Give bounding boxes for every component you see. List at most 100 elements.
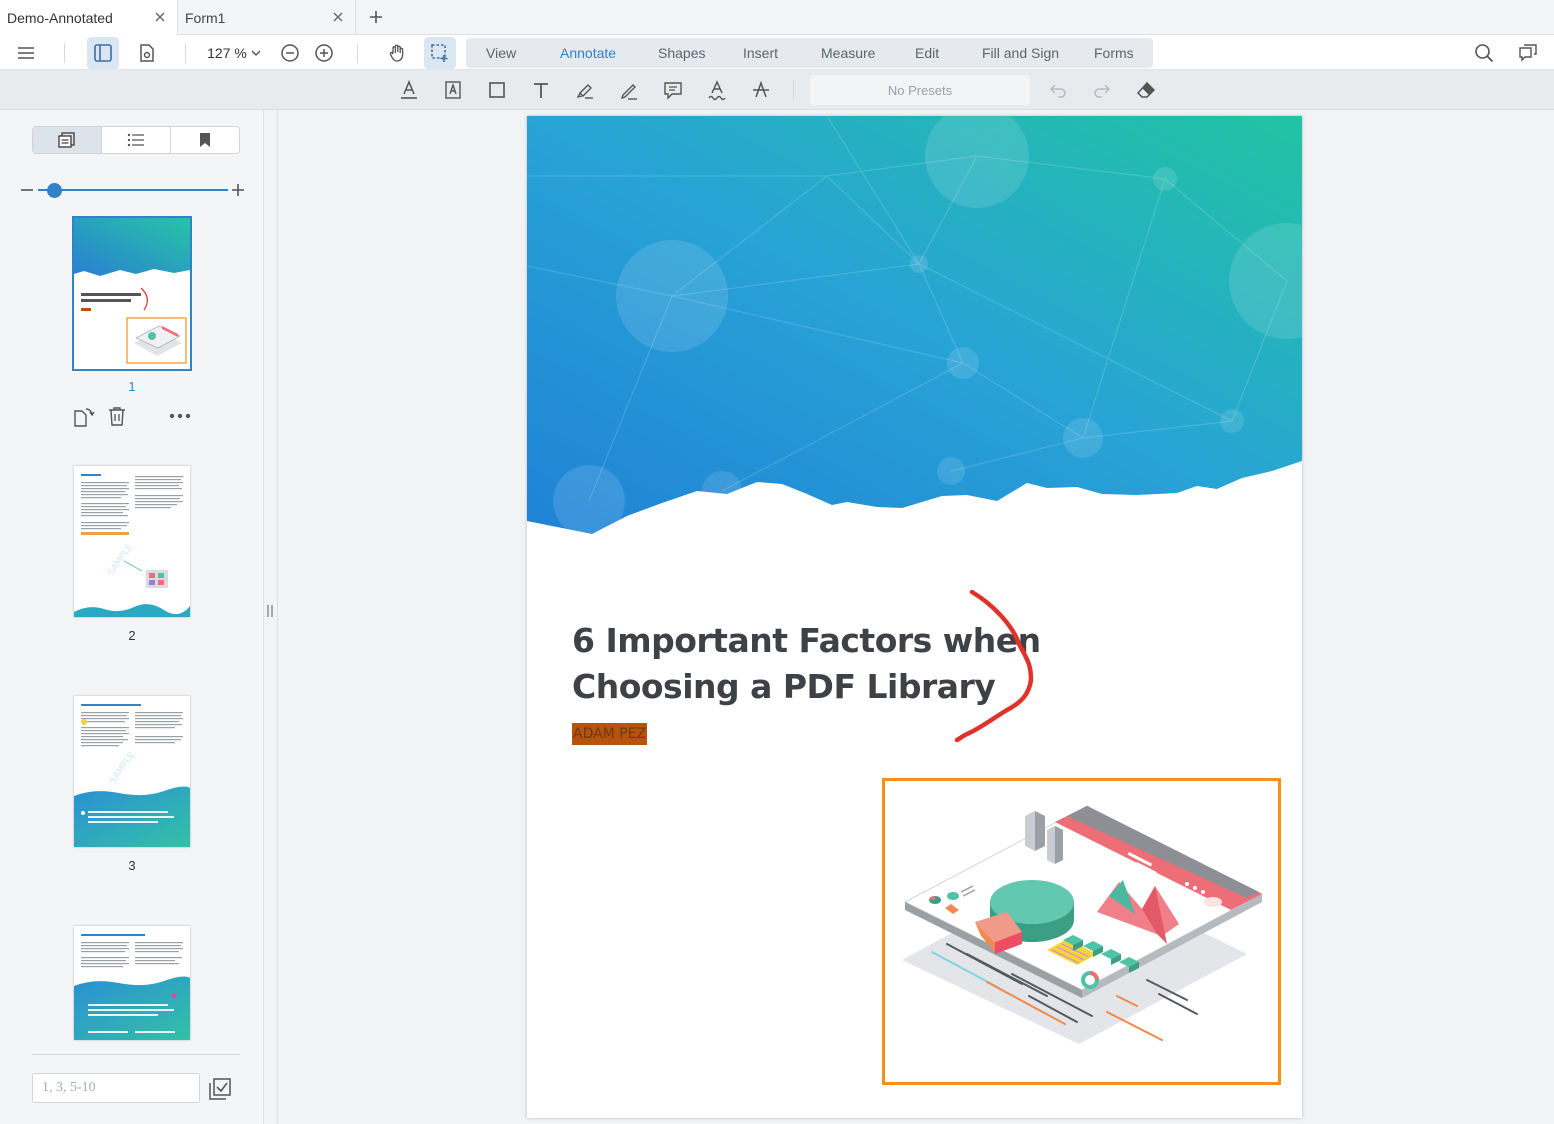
- document-settings-icon: [137, 43, 157, 63]
- text-strikeout-icon: [751, 80, 771, 100]
- text-tool[interactable]: [527, 77, 555, 103]
- left-panel-tabs: [32, 126, 240, 154]
- highlighter-icon: [575, 80, 595, 100]
- page-thumbnail-image: SAMPLE: [74, 704, 190, 847]
- bookmark-icon: [198, 132, 212, 148]
- redo-icon: [1092, 80, 1112, 100]
- list-icon: [127, 133, 145, 147]
- tab-form1[interactable]: Form1: [178, 0, 356, 35]
- bookmarks-tab[interactable]: [171, 127, 239, 153]
- tab-label: Form1: [185, 9, 226, 26]
- divider: [793, 80, 794, 100]
- plus-icon[interactable]: [231, 183, 245, 197]
- zoom-in-button[interactable]: [308, 37, 340, 69]
- ribbon-tab-shapes[interactable]: Shapes: [658, 38, 705, 68]
- zoom-value: 127 %: [207, 45, 247, 61]
- page-number-label: 3: [128, 858, 136, 873]
- undo-button[interactable]: [1044, 77, 1072, 103]
- multi-select-icon[interactable]: [208, 1077, 232, 1101]
- free-text-tool[interactable]: [439, 77, 467, 103]
- ribbon-tab-annotate[interactable]: Annotate: [560, 38, 616, 68]
- eraser-icon: [1136, 80, 1156, 100]
- divider: [357, 43, 358, 63]
- comment-tool[interactable]: [659, 77, 687, 103]
- notes-panel-button[interactable]: [1512, 37, 1544, 69]
- ribbon-tab-forms[interactable]: Forms: [1094, 38, 1134, 68]
- minus-icon[interactable]: [20, 183, 34, 197]
- document-page-1[interactable]: 6 Important Factors when Choosing a PDF …: [527, 116, 1302, 1118]
- page-thumbnail-image: SAMPLE: [74, 474, 190, 617]
- svg-text:SAMPLE: SAMPLE: [106, 542, 135, 577]
- page-range-input[interactable]: [32, 1073, 200, 1103]
- rectangle-icon: [487, 80, 507, 100]
- ribbon-tab-edit[interactable]: Edit: [915, 38, 939, 68]
- ribbon-tab-fill-and-sign[interactable]: Fill and Sign: [982, 38, 1059, 68]
- rectangle-annotation[interactable]: [882, 778, 1281, 1085]
- ribbon-tabs: View Annotate Shapes Insert Measure Edit…: [466, 38, 1153, 68]
- page-number-label: 2: [128, 628, 136, 643]
- highlighted-author[interactable]: ADAM PEZ: [572, 723, 648, 745]
- strikeout-tool[interactable]: [747, 77, 775, 103]
- text-underline-tool[interactable]: [395, 77, 423, 103]
- header-toolbar: 127 % View Annotate Shapes Insert Measur…: [0, 35, 1554, 70]
- resize-handle-icon[interactable]: [266, 604, 274, 618]
- close-icon[interactable]: [153, 10, 167, 24]
- ribbon-tab-view[interactable]: View: [486, 38, 516, 68]
- tab-demo-annotated[interactable]: Demo-Annotated: [0, 0, 178, 35]
- tab-bar: Demo-Annotated Form1: [0, 0, 1554, 35]
- trash-icon[interactable]: [106, 405, 128, 427]
- text-squiggly-icon: [707, 79, 727, 101]
- thumbnails-icon: [58, 132, 76, 148]
- outlines-tab[interactable]: [102, 127, 171, 153]
- document-viewer[interactable]: 6 Important Factors when Choosing a PDF …: [278, 111, 1554, 1124]
- page-thumbnail-1[interactable]: [72, 216, 192, 371]
- divider: [185, 43, 186, 63]
- zoom-out-icon: [280, 43, 300, 63]
- eraser-tool[interactable]: [1132, 77, 1160, 103]
- divider: [32, 1054, 240, 1055]
- freehand-ink-annotation[interactable]: [937, 584, 1057, 749]
- more-options-icon[interactable]: [168, 409, 192, 423]
- page-thumbnail-4[interactable]: [74, 926, 190, 1040]
- close-icon[interactable]: [331, 10, 345, 24]
- pan-tool-button[interactable]: [381, 37, 413, 69]
- zoom-out-button[interactable]: [274, 37, 306, 69]
- marquee-select-icon: [430, 43, 450, 63]
- squiggly-tool[interactable]: [703, 77, 731, 103]
- presets-dropdown[interactable]: No Presets: [810, 75, 1030, 105]
- comments-icon: [1518, 43, 1538, 63]
- zoom-in-icon: [314, 43, 334, 63]
- rotate-page-icon[interactable]: [72, 405, 96, 429]
- thumbnails-tab[interactable]: [33, 127, 102, 153]
- toggle-left-panel-button[interactable]: [87, 37, 119, 69]
- freehand-tool[interactable]: [615, 77, 643, 103]
- svg-text:SAMPLE: SAMPLE: [108, 750, 137, 785]
- undo-icon: [1048, 80, 1068, 100]
- divider: [64, 43, 65, 63]
- search-icon: [1474, 43, 1494, 63]
- ribbon-tab-insert[interactable]: Insert: [743, 38, 778, 68]
- free-text-icon: [443, 79, 463, 101]
- slider-track: [38, 189, 228, 191]
- slider-handle[interactable]: [47, 183, 62, 198]
- thumbnail-size-slider[interactable]: [20, 181, 246, 199]
- zoom-select[interactable]: 127 %: [203, 37, 265, 69]
- view-controls-button[interactable]: [131, 37, 163, 69]
- thumbnail-actions: [72, 405, 202, 429]
- redo-button[interactable]: [1088, 77, 1116, 103]
- pen-icon: [619, 80, 639, 100]
- text-icon: [531, 80, 551, 100]
- select-tool-button[interactable]: [424, 37, 456, 69]
- rectangle-tool[interactable]: [483, 77, 511, 103]
- page-thumbnail-image: [74, 218, 190, 364]
- page-thumbnail-image: [74, 934, 190, 1040]
- add-tab-icon[interactable]: [366, 7, 386, 27]
- menu-button[interactable]: [10, 37, 42, 69]
- ribbon-tab-measure[interactable]: Measure: [821, 38, 875, 68]
- page-thumbnail-2[interactable]: SAMPLE: [74, 466, 190, 617]
- page-thumbnail-3[interactable]: SAMPLE: [74, 696, 190, 847]
- search-button[interactable]: [1468, 37, 1500, 69]
- highlight-tool[interactable]: [571, 77, 599, 103]
- text-underline-icon: [399, 79, 419, 101]
- panel-icon: [93, 43, 113, 63]
